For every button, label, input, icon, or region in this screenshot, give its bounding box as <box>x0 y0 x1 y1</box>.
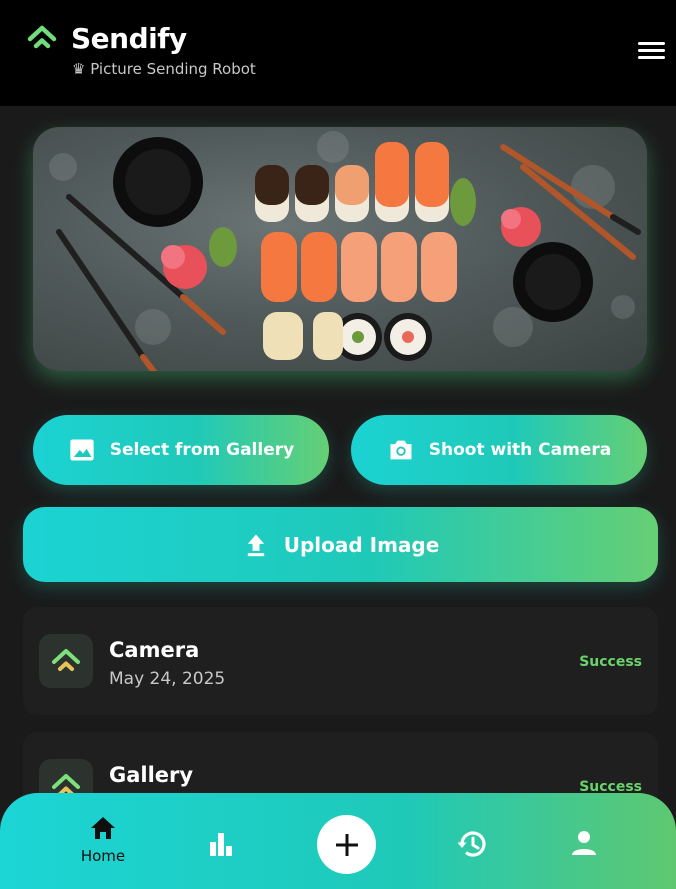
upload-icon <box>247 534 264 556</box>
nav-home-label: Home <box>80 847 126 865</box>
image-icon <box>70 439 94 461</box>
add-button[interactable] <box>317 815 376 874</box>
app-title: Sendify <box>71 22 187 55</box>
camera-icon <box>390 440 412 460</box>
history-item-title: Gallery <box>109 763 194 787</box>
bottom-navigation: Home <box>0 793 676 889</box>
nav-stats[interactable] <box>207 830 235 858</box>
hamburger-menu-icon[interactable] <box>638 42 666 62</box>
logo-icon <box>27 25 57 49</box>
history-item-date: May 24, 2025 <box>109 669 226 689</box>
shoot-camera-label: Shoot with Camera <box>428 440 612 460</box>
upload-image-button[interactable]: Upload Image <box>23 507 658 582</box>
shoot-camera-button[interactable]: Shoot with Camera <box>351 415 647 485</box>
person-icon <box>572 831 596 855</box>
app-header: Sendify ♛ Picture Sending Robot <box>0 0 676 106</box>
history-icon <box>457 831 486 857</box>
status-badge: Success <box>579 654 642 670</box>
app-subtitle: ♛ Picture Sending Robot <box>72 60 256 78</box>
bar-chart-icon <box>210 833 232 856</box>
nav-history[interactable] <box>456 829 488 859</box>
nav-profile[interactable] <box>570 829 598 857</box>
sushi-photo <box>49 131 641 371</box>
history-item-title: Camera <box>109 638 200 662</box>
history-item[interactable]: Camera May 24, 2025 Success <box>23 607 658 715</box>
hero-image <box>33 127 647 371</box>
nav-home[interactable]: Home <box>74 815 132 875</box>
app-screen: Sendify ♛ Picture Sending Robot Select f… <box>0 0 676 889</box>
plus-icon <box>335 833 358 856</box>
home-icon <box>91 817 115 839</box>
logo-icon <box>39 634 93 688</box>
select-gallery-label: Select from Gallery <box>109 440 295 460</box>
select-gallery-button[interactable]: Select from Gallery <box>33 415 329 485</box>
upload-image-label: Upload Image <box>283 532 440 557</box>
